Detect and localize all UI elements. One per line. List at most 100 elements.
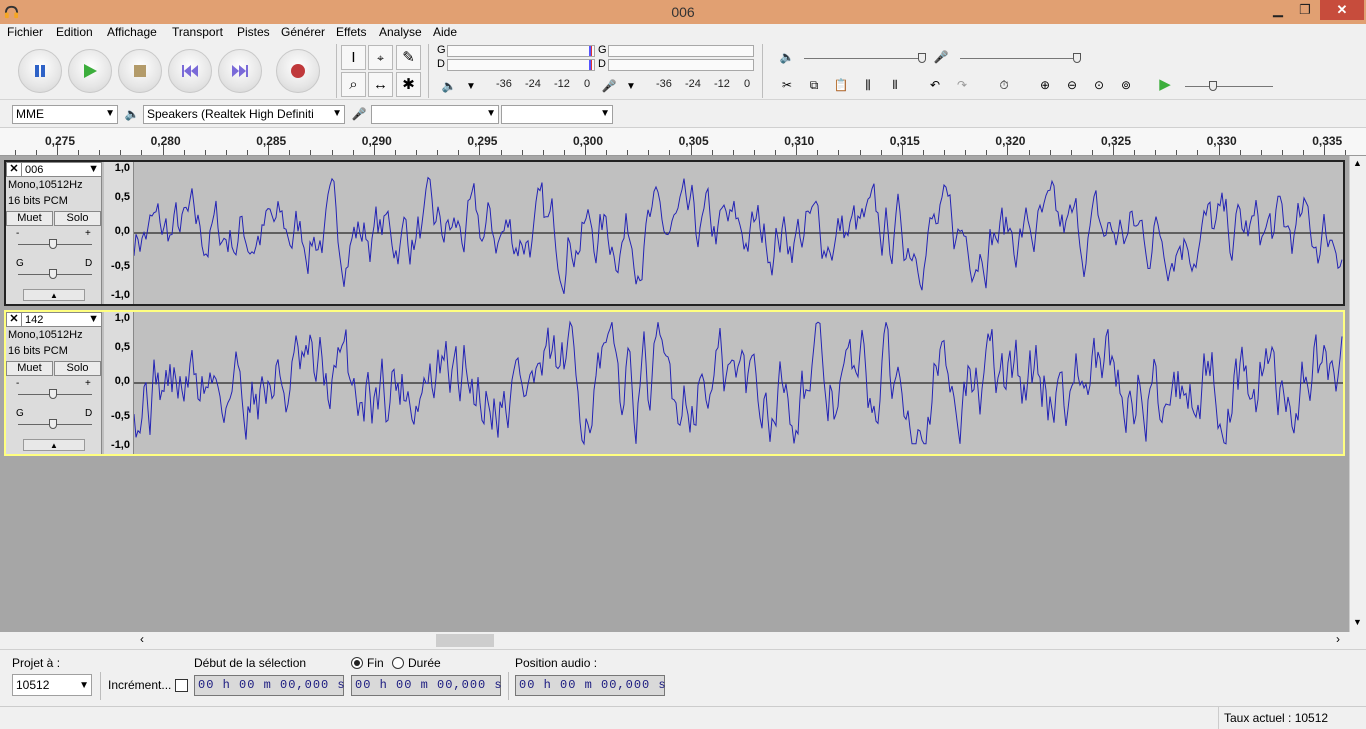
output-device-select[interactable]: Speakers (Realtek High Definiti ▼ <box>143 105 345 124</box>
zoom-out-icon[interactable]: ⊖ <box>1061 74 1083 96</box>
input-channels-select[interactable]: ▼ <box>501 105 613 124</box>
close-track-icon[interactable]: ✕ <box>7 313 22 326</box>
solo-button[interactable]: Solo <box>54 361 101 376</box>
record-button[interactable] <box>276 49 320 93</box>
record-meter-dropdown-icon[interactable]: ▼ <box>620 76 642 98</box>
track-menu-icon[interactable]: ▼ <box>88 313 99 325</box>
selection-end-time[interactable]: 00 h 00 m 00,000 s <box>351 675 502 696</box>
pan-knob[interactable] <box>49 419 57 429</box>
copy-icon[interactable]: ⧉ <box>803 74 825 96</box>
timeshift-tool-button[interactable]: ↔ <box>368 72 393 97</box>
menu-affichage[interactable]: Affichage <box>107 25 157 39</box>
play-speed-slider[interactable] <box>1185 86 1273 87</box>
track-menu-icon[interactable]: ▼ <box>88 163 99 175</box>
end-label: Fin <box>367 656 384 670</box>
scroll-up-icon[interactable]: ▲ <box>1353 158 1362 168</box>
fit-project-icon[interactable]: ⊚ <box>1115 74 1137 96</box>
gain-knob[interactable] <box>49 239 57 249</box>
zoom-tool-button[interactable]: ⌕ <box>341 72 366 97</box>
close-button[interactable]: ✕ <box>1320 0 1364 20</box>
play-icon <box>69 50 111 92</box>
input-volume-knob[interactable] <box>1073 53 1081 63</box>
waveform[interactable] <box>134 162 1343 304</box>
scroll-down-icon[interactable]: ▼ <box>1353 617 1362 627</box>
maximize-button[interactable]: ❐ <box>1292 0 1318 20</box>
track-name[interactable]: 142 <box>25 314 43 326</box>
playback-meter-dropdown-icon[interactable]: ▼ <box>460 76 482 98</box>
vertical-scrollbar[interactable]: ▲ ▼ <box>1349 156 1366 632</box>
multi-tool-button[interactable]: ✱ <box>396 72 421 97</box>
scroll-left-icon[interactable]: ‹ <box>140 632 144 646</box>
record-meter-left[interactable] <box>608 45 754 57</box>
output-volume-slider[interactable] <box>804 58 922 59</box>
length-radio[interactable] <box>392 657 404 669</box>
envelope-tool-button[interactable]: ⌖ <box>368 45 393 70</box>
skip-end-icon <box>219 50 261 92</box>
selection-start-time[interactable]: 00 h 00 m 00,000 s <box>194 675 345 696</box>
menu-aide[interactable]: Aide <box>433 25 457 39</box>
track-name[interactable]: 006 <box>25 164 43 176</box>
project-rate-select[interactable]: 10512 ▼ <box>12 674 92 696</box>
pause-button[interactable] <box>18 49 62 93</box>
zoom-in-icon[interactable]: ⊕ <box>1034 74 1056 96</box>
selection-start-label: Début de la sélection <box>194 656 307 670</box>
minimize-button[interactable]: ▁ <box>1265 0 1291 20</box>
menu-generer[interactable]: Générer <box>281 25 325 39</box>
audio-track[interactable]: ✕ 142 ▼ Mono,10512Hz 16 bits PCM Muet So… <box>4 310 1345 456</box>
audio-host-value: MME <box>16 107 44 121</box>
input-device-select[interactable]: ▼ <box>371 105 499 124</box>
audio-track[interactable]: ✕ 006 ▼ Mono,10512Hz 16 bits PCM Muet So… <box>4 160 1345 306</box>
track-area[interactable]: ✕ 006 ▼ Mono,10512Hz 16 bits PCM Muet So… <box>0 156 1349 632</box>
menu-fichier[interactable]: Fichier <box>7 25 43 39</box>
output-volume-knob[interactable] <box>918 53 926 63</box>
stop-button[interactable] <box>118 49 162 93</box>
play-speed-knob[interactable] <box>1209 81 1217 91</box>
play-button[interactable] <box>68 49 112 93</box>
vertical-scale[interactable]: 1,0 0,5 0,0 -0,5 -1,0 <box>104 312 134 454</box>
playback-meter-right[interactable] <box>447 59 595 71</box>
record-meter-right[interactable] <box>608 59 754 71</box>
snap-to-checkbox[interactable] <box>175 679 188 692</box>
fit-selection-icon[interactable]: ⊙ <box>1088 74 1110 96</box>
horizontal-scroll-thumb[interactable] <box>436 634 494 647</box>
skip-start-button[interactable] <box>168 49 212 93</box>
mute-button[interactable]: Muet <box>6 361 53 376</box>
sync-lock-icon[interactable]: ⏱ <box>993 74 1015 96</box>
selection-tool-button[interactable]: I <box>341 45 366 70</box>
vertical-scale[interactable]: 1,0 0,5 0,0 -0,5 -1,0 <box>104 162 134 304</box>
paste-icon[interactable]: 📋 <box>830 74 852 96</box>
undo-icon[interactable]: ↶ <box>924 74 946 96</box>
cut-icon[interactable]: ✂ <box>776 74 798 96</box>
menu-pistes[interactable]: Pistes <box>237 25 270 39</box>
track-control-panel[interactable]: ✕ 142 ▼ Mono,10512Hz 16 bits PCM Muet So… <box>6 312 102 454</box>
mute-button[interactable]: Muet <box>6 211 53 226</box>
collapse-track-button[interactable]: ▲ <box>23 439 85 451</box>
audio-host-select[interactable]: MME ▼ <box>12 105 118 124</box>
scroll-right-icon[interactable]: › <box>1336 632 1340 646</box>
timeline-ruler[interactable]: 0,275 0,280 0,285 0,290 0,295 0,300 0,305 0,310… <box>0 128 1366 156</box>
waveform[interactable] <box>134 312 1343 454</box>
menu-edition[interactable]: Edition <box>56 25 93 39</box>
input-volume-slider[interactable] <box>960 58 1078 59</box>
redo-icon[interactable]: ↷ <box>951 74 973 96</box>
play-at-speed-icon[interactable]: ▶ <box>1154 74 1176 96</box>
menu-analyse[interactable]: Analyse <box>379 25 422 39</box>
gain-knob[interactable] <box>49 389 57 399</box>
end-radio[interactable] <box>351 657 363 669</box>
ruler-tick <box>1345 150 1347 155</box>
pan-knob[interactable] <box>49 269 57 279</box>
trim-icon[interactable]: ⫼ <box>857 74 879 96</box>
silence-icon[interactable]: ⫴ <box>884 74 906 96</box>
skip-end-button[interactable] <box>218 49 262 93</box>
collapse-track-button[interactable]: ▲ <box>23 289 85 301</box>
pencil-icon: ✎ <box>402 49 415 66</box>
close-track-icon[interactable]: ✕ <box>7 163 22 176</box>
playback-meter-left[interactable] <box>447 45 595 57</box>
track-control-panel[interactable]: ✕ 006 ▼ Mono,10512Hz 16 bits PCM Muet So… <box>6 162 102 304</box>
horizontal-scrollbar[interactable]: ‹ › <box>0 632 1349 649</box>
menu-transport[interactable]: Transport <box>172 25 223 39</box>
menu-effets[interactable]: Effets <box>336 25 366 39</box>
audio-position-time[interactable]: 00 h 00 m 00,000 s <box>515 675 666 696</box>
draw-tool-button[interactable]: ✎ <box>396 45 421 70</box>
solo-button[interactable]: Solo <box>54 211 101 226</box>
